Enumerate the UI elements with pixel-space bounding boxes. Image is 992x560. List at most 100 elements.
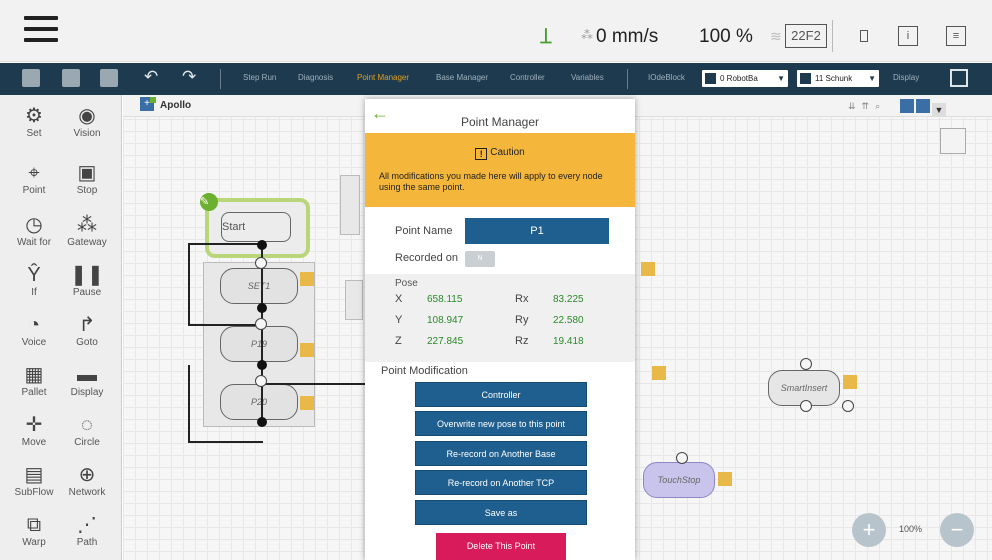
- palette-item-circle[interactable]: ◌ Circle: [59, 414, 115, 448]
- toggle-icon[interactable]: [940, 160, 966, 186]
- palette-item-if[interactable]: Ŷ If: [6, 264, 62, 298]
- undo-icon[interactable]: ↶: [144, 67, 158, 87]
- palette-item-network[interactable]: ⊕ Network: [59, 464, 115, 498]
- overwrite-pose-button[interactable]: Overwrite new pose to this point: [415, 411, 587, 436]
- nav-prev-icon[interactable]: [900, 99, 914, 113]
- toolbar-link-iode-block[interactable]: IOdeBlock: [648, 73, 685, 82]
- zoom-out-button[interactable]: −: [940, 513, 974, 547]
- connector-ring: [255, 375, 267, 387]
- robot-arm-icon: ⟘: [540, 26, 552, 48]
- node-status-icon: [641, 262, 655, 276]
- tool-value: 11 Schunk: [815, 74, 853, 83]
- flow-wire: [188, 243, 190, 325]
- main-toolbar: ↶ ↷ Step Run Diagnosis Point Manager Bas…: [0, 63, 992, 95]
- flow-wire: [188, 365, 190, 443]
- flow-wire: [188, 243, 263, 245]
- point-name-field[interactable]: P1: [465, 218, 609, 244]
- rerecord-tcp-button[interactable]: Re-record on Another TCP: [415, 470, 587, 495]
- pose-x-label: X: [395, 293, 403, 305]
- palette-item-path[interactable]: ⋰ Path: [59, 514, 115, 548]
- pose-y-label: Y: [395, 314, 403, 326]
- point-modification-label: Point Modification: [381, 365, 468, 377]
- toolbar-link-base-manager[interactable]: Base Manager: [436, 73, 488, 82]
- edit-icon[interactable]: ✎: [200, 193, 218, 211]
- rerecord-base-button[interactable]: Re-record on Another Base: [415, 441, 587, 466]
- pose-ry-value: 22.580: [553, 315, 584, 326]
- nav-next-icon[interactable]: [916, 99, 930, 113]
- canvas-tool-icons[interactable]: ⇊⇈⌕: [848, 101, 886, 112]
- delete-point-button[interactable]: Delete This Point: [436, 533, 566, 560]
- toolbar-link-diagnosis[interactable]: Diagnosis: [298, 73, 333, 82]
- robot-base-select[interactable]: 0 RobotBa ▼: [702, 70, 788, 87]
- split-view-icon[interactable]: [950, 69, 968, 87]
- speed-percent[interactable]: 100 %: [699, 26, 753, 48]
- toolbar-link-step-run[interactable]: Step Run: [243, 73, 276, 82]
- toolbar-link-variables[interactable]: Variables: [571, 73, 604, 82]
- palette-item-voice[interactable]: ◔ Voice: [6, 314, 62, 348]
- node-status-icon: [843, 375, 857, 389]
- move-icon: ✛: [25, 414, 43, 436]
- caution-banner: ! Caution All modifications you made here…: [365, 133, 635, 207]
- connector-ring: [255, 318, 267, 330]
- pose-rx-label: Rx: [515, 293, 529, 305]
- save-file-icon[interactable]: [100, 69, 118, 87]
- palette-item-gateway[interactable]: ⁂ Gateway: [59, 214, 115, 248]
- network-icon: ⊕: [78, 464, 96, 486]
- palette-item-point[interactable]: ⌖ Point: [6, 162, 62, 196]
- palette-item-stop[interactable]: ▣ Stop: [59, 162, 115, 196]
- palette-item-pallet[interactable]: ▦ Pallet: [6, 364, 62, 398]
- toolbar-link-display[interactable]: Display: [893, 73, 919, 82]
- flag-icon: [150, 97, 156, 103]
- tool-icon: [800, 73, 811, 84]
- canvas-side-tools: [940, 128, 980, 218]
- palette-item-wait-for[interactable]: ◷ Wait for: [6, 214, 62, 248]
- info-icon[interactable]: i: [898, 26, 918, 46]
- toolbar-divider: [627, 69, 628, 89]
- recorded-on-chip: N: [465, 251, 495, 267]
- battery-icon[interactable]: [860, 30, 868, 42]
- zoom-in-button[interactable]: +: [852, 513, 886, 547]
- palette-item-pause[interactable]: ❚❚ Pause: [59, 264, 115, 298]
- divider: [832, 20, 833, 52]
- point-icon: ⌖: [28, 162, 40, 184]
- start-node[interactable]: ✎ Start: [200, 193, 310, 258]
- flow-wire: [188, 324, 263, 326]
- set1-node[interactable]: SET1: [220, 268, 298, 304]
- tab-apollo[interactable]: Apollo: [160, 100, 191, 111]
- base-icon: [705, 73, 716, 84]
- hamburger-menu-icon[interactable]: [24, 16, 58, 46]
- palette-item-move[interactable]: ✛ Move: [6, 414, 62, 448]
- vision-icon: ◉: [78, 105, 96, 127]
- palette-item-subflow[interactable]: ▤ SubFlow: [6, 464, 62, 498]
- palette-item-vision[interactable]: ◉ Vision: [59, 105, 115, 139]
- redo-icon[interactable]: ↷: [182, 67, 196, 87]
- layout-icon[interactable]: [940, 128, 966, 154]
- p20-node[interactable]: P20: [220, 384, 298, 420]
- toolbar-link-point-manager[interactable]: Point Manager: [357, 73, 409, 82]
- nav-dropdown-icon[interactable]: ▼: [932, 103, 946, 117]
- path-icon: ⋰: [77, 514, 97, 536]
- toolbar-link-controller[interactable]: Controller: [510, 73, 545, 82]
- pallet-icon: ▦: [24, 364, 44, 386]
- connector-ring: [800, 358, 812, 370]
- pose-rz-value: 19.418: [553, 336, 584, 347]
- status-code-badge[interactable]: 22F2: [785, 24, 827, 48]
- wait-icon: ◷: [25, 214, 43, 236]
- palette-item-set[interactable]: ⚙ Set: [6, 105, 62, 139]
- open-file-icon[interactable]: [62, 69, 80, 87]
- log-icon[interactable]: ≡: [946, 26, 966, 46]
- gateway-icon: ⁂: [77, 214, 97, 236]
- palette-item-goto[interactable]: ↱ Goto: [59, 314, 115, 348]
- controller-button[interactable]: Controller: [415, 382, 587, 407]
- pose-z-value: 227.845: [427, 336, 464, 347]
- palette-item-display[interactable]: ▬ Display: [59, 364, 115, 398]
- connector-dot: [257, 360, 267, 370]
- touchstop-node[interactable]: TouchStop: [643, 462, 715, 498]
- p19-node[interactable]: P19: [220, 326, 298, 362]
- palette-item-warp[interactable]: ⧉ Warp: [6, 514, 62, 548]
- recorded-on-label: Recorded on: [395, 252, 458, 264]
- tool-select[interactable]: 11 Schunk ▼: [797, 70, 879, 87]
- new-file-icon[interactable]: [22, 69, 40, 87]
- save-as-button[interactable]: Save as: [415, 500, 587, 525]
- robot-base-value: 0 RobotBa: [720, 74, 758, 83]
